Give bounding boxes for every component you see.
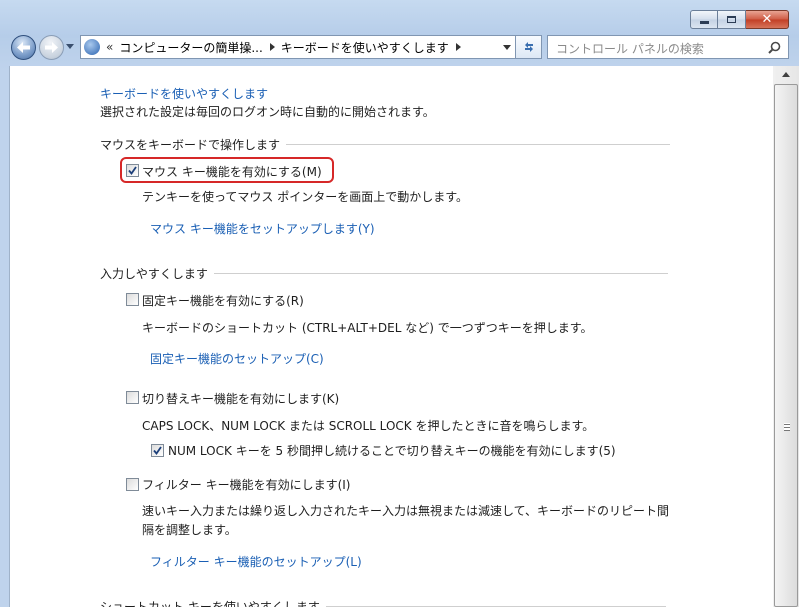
section-shortcuts-heading: ショートカット キーを使いやすくします [100, 600, 320, 607]
maximize-icon [727, 16, 736, 23]
section-typing-heading: 入力しやすくします [100, 267, 208, 281]
breadcrumb-item-current[interactable]: キーボードを使いやすくします [281, 39, 449, 56]
mouse-keys-setup-link[interactable]: マウス キー機能をセットアップします(Y) [150, 220, 375, 237]
toggle-keys-checkbox[interactable] [126, 391, 139, 404]
search-icon[interactable] [768, 41, 781, 54]
minimize-button[interactable] [690, 10, 718, 29]
breadcrumb-overflow-chevron[interactable]: « [106, 40, 113, 54]
control-panel-icon [84, 39, 100, 55]
filter-keys-checkbox[interactable] [126, 478, 139, 491]
breadcrumb-separator-icon[interactable] [455, 43, 461, 51]
scroll-up-icon [782, 72, 790, 77]
sticky-keys-setup-link[interactable]: 固定キー機能のセットアップ(C) [150, 350, 324, 367]
forward-arrow-icon [45, 42, 58, 53]
back-button[interactable] [11, 35, 36, 60]
title-bar: ✕ [0, 0, 799, 30]
num-lock-toggle-checkbox[interactable] [151, 444, 164, 457]
filter-keys-description-line1: 速いキー入力または繰り返し入力されたキー入力は無視または減速して、キーボードのリ… [142, 504, 670, 518]
search-box[interactable]: コントロール パネルの検索 [547, 35, 789, 59]
filter-keys-label[interactable]: フィルター キー機能を有効にします(I) [142, 476, 350, 493]
address-bar[interactable]: « コンピューターの簡単操... キーボードを使いやすくします [80, 35, 516, 59]
num-lock-toggle-label[interactable]: NUM LOCK キーを 5 秒間押し続けることで切り替えキーの機能を有効にしま… [168, 442, 616, 459]
toggle-keys-description: CAPS LOCK、NUM LOCK または SCROLL LOCK を押したと… [142, 419, 595, 433]
filter-keys-description-line2: 隔を調整します。 [142, 523, 237, 537]
page-title: キーボードを使いやすくします [100, 87, 269, 101]
window-frame: ✕ « コンピューターの簡単操... キーボードを使いやすくします コントロール… [0, 0, 799, 607]
close-button[interactable]: ✕ [746, 10, 789, 29]
section-shortcuts-header: ショートカット キーを使いやすくします [100, 598, 666, 607]
back-arrow-icon [17, 42, 30, 53]
sticky-keys-label[interactable]: 固定キー機能を有効にする(R) [142, 292, 304, 309]
filter-keys-setup-link[interactable]: フィルター キー機能のセットアップ(L) [150, 553, 362, 570]
section-typing-header: 入力しやすくします [100, 265, 668, 282]
sticky-keys-description: キーボードのショートカット (CTRL+ALT+DEL など) で一つずつキーを… [142, 321, 593, 335]
refresh-button[interactable] [516, 35, 542, 59]
caption-buttons: ✕ [690, 10, 789, 29]
page-subtitle: 選択された設定は毎回のログオン時に自動的に開始されます。 [100, 105, 435, 119]
breadcrumb-item-ease-of-access[interactable]: コンピューターの簡単操... [119, 39, 262, 56]
address-dropdown-icon[interactable] [503, 45, 511, 50]
scroll-up-button[interactable] [773, 66, 799, 83]
breadcrumb-separator-icon[interactable] [269, 43, 275, 51]
mouse-keys-description: テンキーを使ってマウス ポインターを画面上で動かします。 [142, 190, 469, 204]
recent-pages-dropdown[interactable] [66, 44, 74, 49]
scrollbar-thumb[interactable] [774, 84, 798, 607]
section-divider [286, 144, 671, 145]
content-pane: キーボードを使いやすくします 選択された設定は毎回のログオン時に自動的に開始され… [9, 66, 774, 607]
close-icon: ✕ [761, 12, 773, 27]
toggle-keys-label[interactable]: 切り替えキー機能を有効にします(K) [142, 390, 339, 407]
minimize-icon [699, 21, 709, 24]
checkmark-icon [153, 446, 162, 455]
sticky-keys-checkbox[interactable] [126, 293, 139, 306]
section-mouse-heading: マウスをキーボードで操作します [100, 138, 281, 152]
refresh-icon [524, 42, 533, 52]
vertical-scrollbar[interactable] [773, 66, 799, 607]
scrollbar-grip-icon [784, 423, 790, 431]
forward-button[interactable] [39, 35, 64, 60]
mouse-keys-label[interactable]: マウス キー機能を有効にする(M) [142, 163, 322, 180]
search-placeholder: コントロール パネルの検索 [556, 42, 704, 56]
section-divider [213, 273, 668, 274]
mouse-keys-checkbox[interactable] [126, 164, 139, 177]
maximize-button[interactable] [718, 10, 746, 29]
navigation-bar: « コンピューターの簡単操... キーボードを使いやすくします コントロール パ… [0, 30, 799, 66]
checkmark-icon [128, 166, 137, 175]
section-mouse-header: マウスをキーボードで操作します [100, 136, 671, 153]
